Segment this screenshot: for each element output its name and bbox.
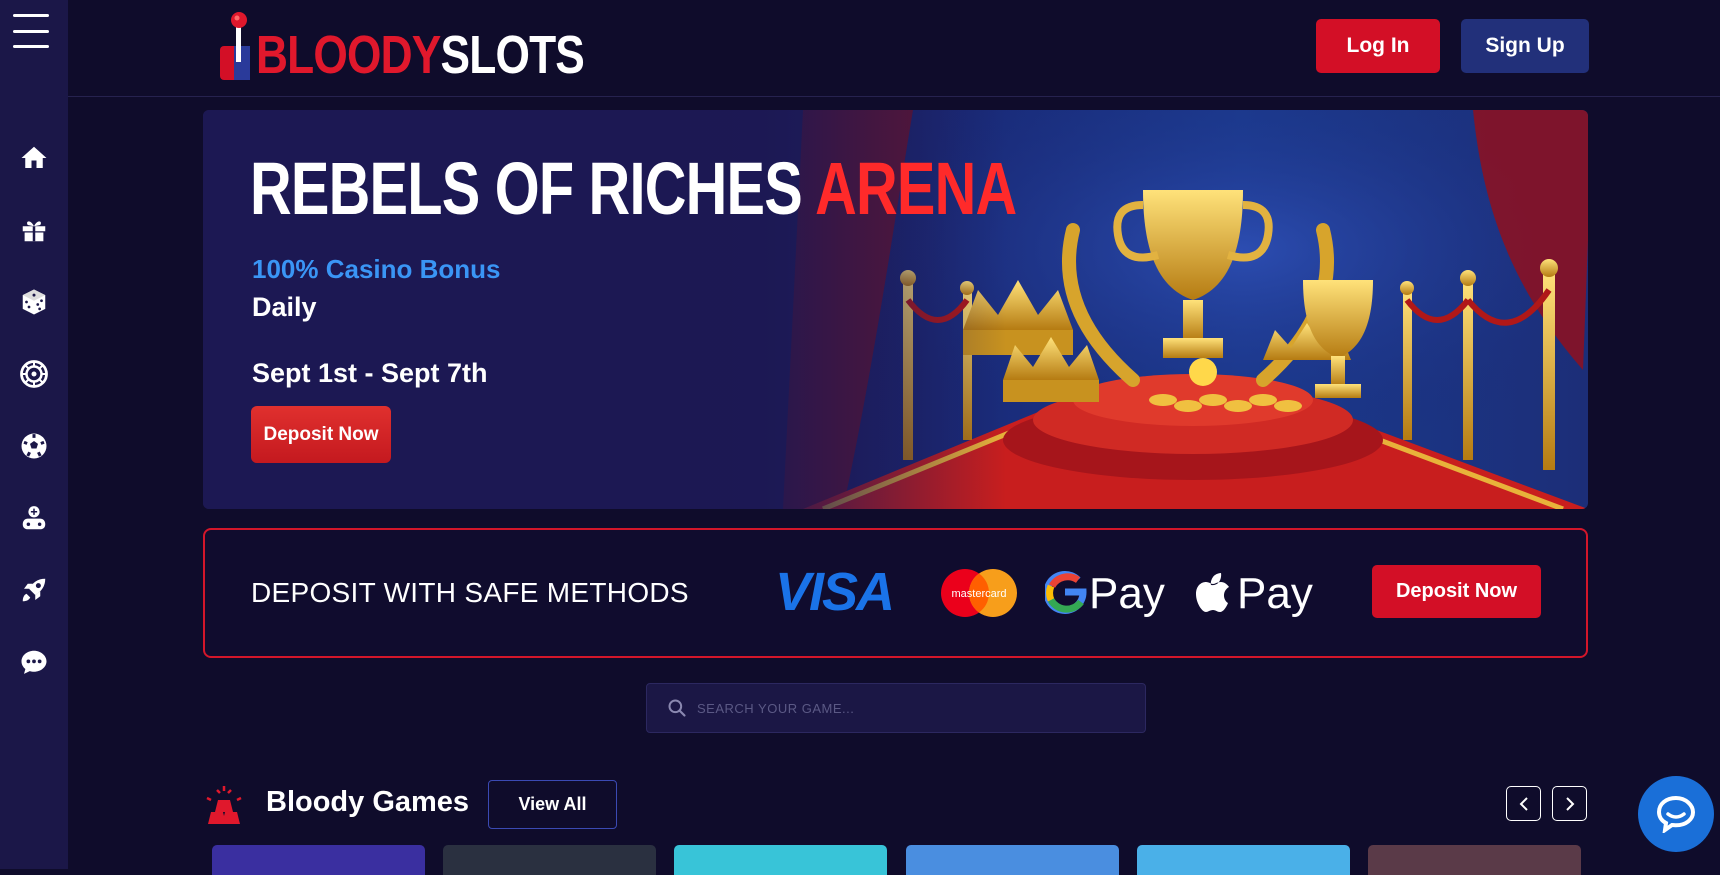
chat-icon xyxy=(1656,795,1696,833)
search-input[interactable] xyxy=(697,700,1117,716)
game-thumbnail[interactable] xyxy=(212,845,425,875)
promo-banner[interactable]: REBELS OF RICHES ARENA 100% Casino Bonus… xyxy=(203,110,1588,509)
sidebar xyxy=(0,0,68,869)
svg-text:Pay: Pay xyxy=(1089,569,1165,618)
roulette-icon xyxy=(20,360,48,388)
visa-logo: VISA xyxy=(773,562,913,622)
deposit-now-button[interactable]: Deposit Now xyxy=(1372,565,1541,618)
live-chat-button[interactable] xyxy=(1638,776,1714,852)
game-thumbnail[interactable] xyxy=(443,845,656,875)
apple-pay-logo: Pay xyxy=(1195,564,1315,625)
rocket-icon xyxy=(22,578,46,602)
deposit-title: DEPOSIT WITH SAFE METHODS xyxy=(251,577,689,608)
chevron-right-icon xyxy=(1565,796,1574,811)
signup-button[interactable]: Sign Up xyxy=(1461,19,1589,73)
view-all-button[interactable]: View All xyxy=(488,780,617,829)
logo-text: BLOODYSLOTS xyxy=(256,25,585,85)
sidebar-item-crash-games[interactable] xyxy=(0,554,68,626)
sidebar-item-support[interactable] xyxy=(0,626,68,698)
svg-text:VISA: VISA xyxy=(775,566,893,616)
banner-frequency-text: Daily xyxy=(252,292,317,322)
sidebar-item-live-casino[interactable] xyxy=(0,338,68,410)
chat-bubble-icon xyxy=(21,650,47,674)
deposit-methods-panel: DEPOSIT WITH SAFE METHODS VISA mastercar… xyxy=(203,528,1588,658)
logo[interactable]: BLOODYSLOTS xyxy=(214,10,656,82)
sidebar-item-sports[interactable] xyxy=(0,410,68,482)
soccer-ball-icon xyxy=(21,433,47,459)
search-icon xyxy=(668,699,686,717)
game-thumbnail[interactable] xyxy=(906,845,1119,875)
svg-text:Pay: Pay xyxy=(1237,569,1313,618)
banner-deposit-button[interactable]: Deposit Now xyxy=(251,406,391,463)
hamburger-menu-icon[interactable] xyxy=(13,14,49,48)
carousel-prev-button[interactable] xyxy=(1506,786,1541,821)
home-icon xyxy=(21,146,47,168)
gold-bars-icon xyxy=(206,786,242,824)
joystick-logo-icon xyxy=(214,10,258,82)
banner-bonus-text: 100% Casino Bonus xyxy=(252,254,501,284)
carousel-next-button[interactable] xyxy=(1552,786,1587,821)
chevron-left-icon xyxy=(1519,796,1528,811)
dice-icon xyxy=(22,289,46,315)
banner-dates-text: Sept 1st - Sept 7th xyxy=(252,358,488,388)
svg-text:mastercard: mastercard xyxy=(951,588,1006,600)
game-thumbnail[interactable] xyxy=(1137,845,1350,875)
sidebar-item-casino[interactable] xyxy=(0,266,68,338)
sidebar-item-promotions[interactable] xyxy=(0,194,68,266)
game-thumbnail[interactable] xyxy=(674,845,887,875)
mastercard-logo: mastercard xyxy=(939,567,1019,624)
section-title-bloody-games: Bloody Games xyxy=(266,786,470,818)
sidebar-item-esports[interactable] xyxy=(0,482,68,554)
game-search-bar[interactable] xyxy=(646,683,1146,733)
login-button[interactable]: Log In xyxy=(1316,19,1440,73)
gift-icon xyxy=(22,221,46,242)
sidebar-nav xyxy=(0,122,68,698)
banner-title: REBELS OF RICHES ARENA xyxy=(250,147,1017,230)
google-pay-logo: Pay xyxy=(1043,566,1165,625)
header: BLOODYSLOTS Log In Sign Up xyxy=(68,0,1720,97)
game-thumbnail[interactable] xyxy=(1368,845,1581,875)
sidebar-item-home[interactable] xyxy=(0,122,68,194)
gamer-icon xyxy=(22,506,46,530)
